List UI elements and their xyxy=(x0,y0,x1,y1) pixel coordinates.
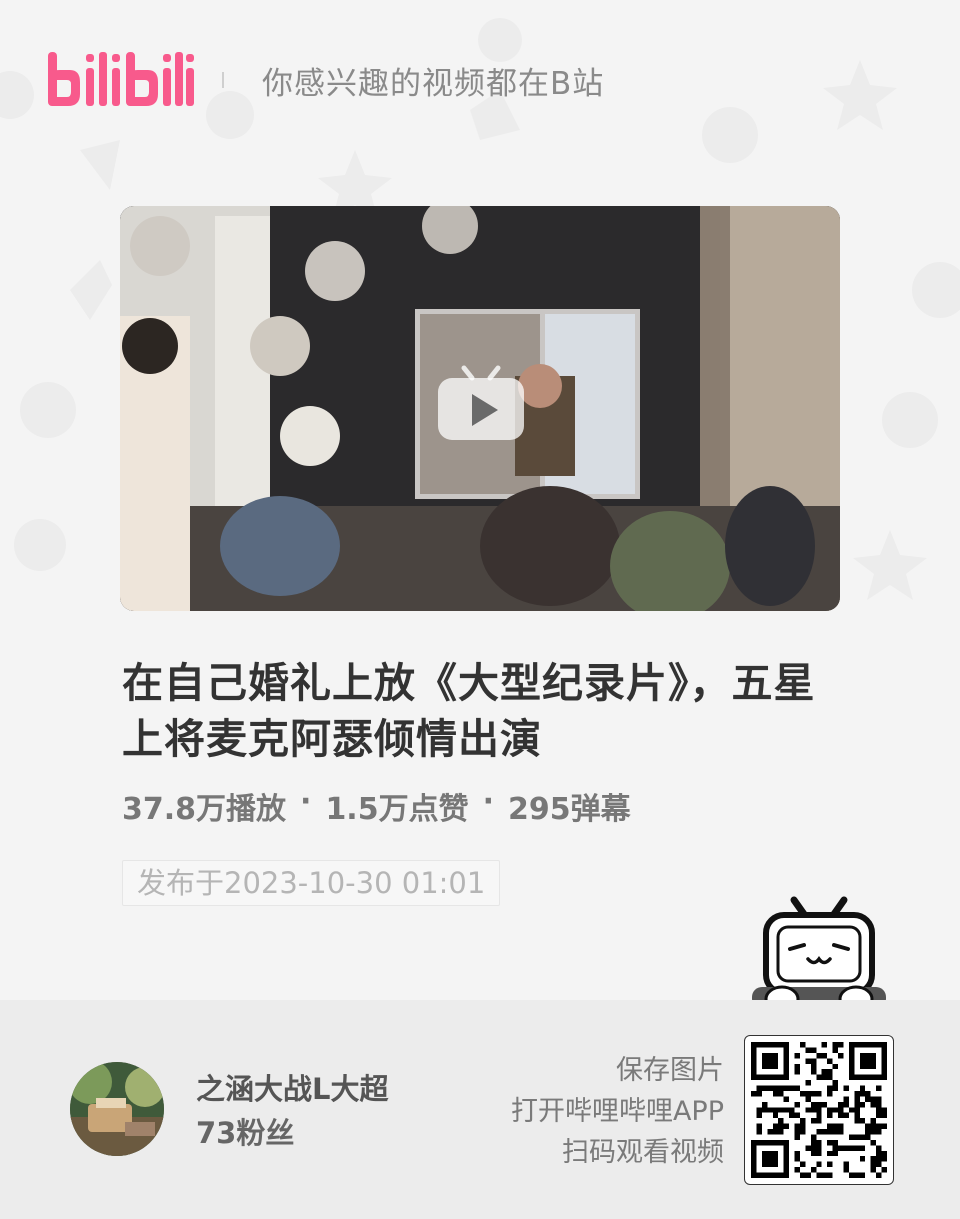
fan-count: 73粉丝 xyxy=(196,1116,295,1150)
footer: 之涵大战L大超 73粉丝 保存图片 打开哔哩哔哩APP 扫码观看视频 xyxy=(0,1000,960,1219)
like-count: 1.5万点赞 xyxy=(325,792,469,827)
video-cover[interactable] xyxy=(120,206,840,611)
author-name[interactable]: 之涵大战L大超 xyxy=(196,1066,388,1108)
qr-code-icon xyxy=(751,1042,887,1178)
video-stats: 37.8万播放 · 1.5万点赞 · 295弹幕 xyxy=(122,784,631,828)
promo-line-save: 保存图片 xyxy=(616,1055,724,1086)
qr-code[interactable] xyxy=(744,1035,894,1185)
bilibili-tv-mascot-icon xyxy=(752,896,886,1013)
stats-separator: · xyxy=(300,784,312,819)
slogan: 你感兴趣的视频都在B站 xyxy=(262,65,605,102)
author-avatar[interactable] xyxy=(70,1062,164,1156)
stats-separator: · xyxy=(482,784,494,819)
video-title[interactable]: 在自己婚礼上放《大型纪录片》，五星上将麦克阿瑟倾情出演 xyxy=(122,655,842,767)
promo-line-open-app: 打开哔哩哔哩APP xyxy=(510,1096,724,1127)
bilibili-logo[interactable] xyxy=(44,40,194,120)
publish-date: 发布于2023-10-30 01:01 xyxy=(122,860,501,906)
header: 你感兴趣的视频都在B站 xyxy=(44,40,604,120)
play-icon[interactable] xyxy=(436,364,526,442)
app-promo: 保存图片 打开哔哩哔哩APP 扫码观看视频 xyxy=(511,1050,724,1173)
promo-line-scan: 扫码观看视频 xyxy=(562,1137,724,1168)
view-count: 37.8万播放 xyxy=(122,792,287,827)
danmaku-count: 295弹幕 xyxy=(508,792,631,827)
header-divider xyxy=(222,72,224,88)
